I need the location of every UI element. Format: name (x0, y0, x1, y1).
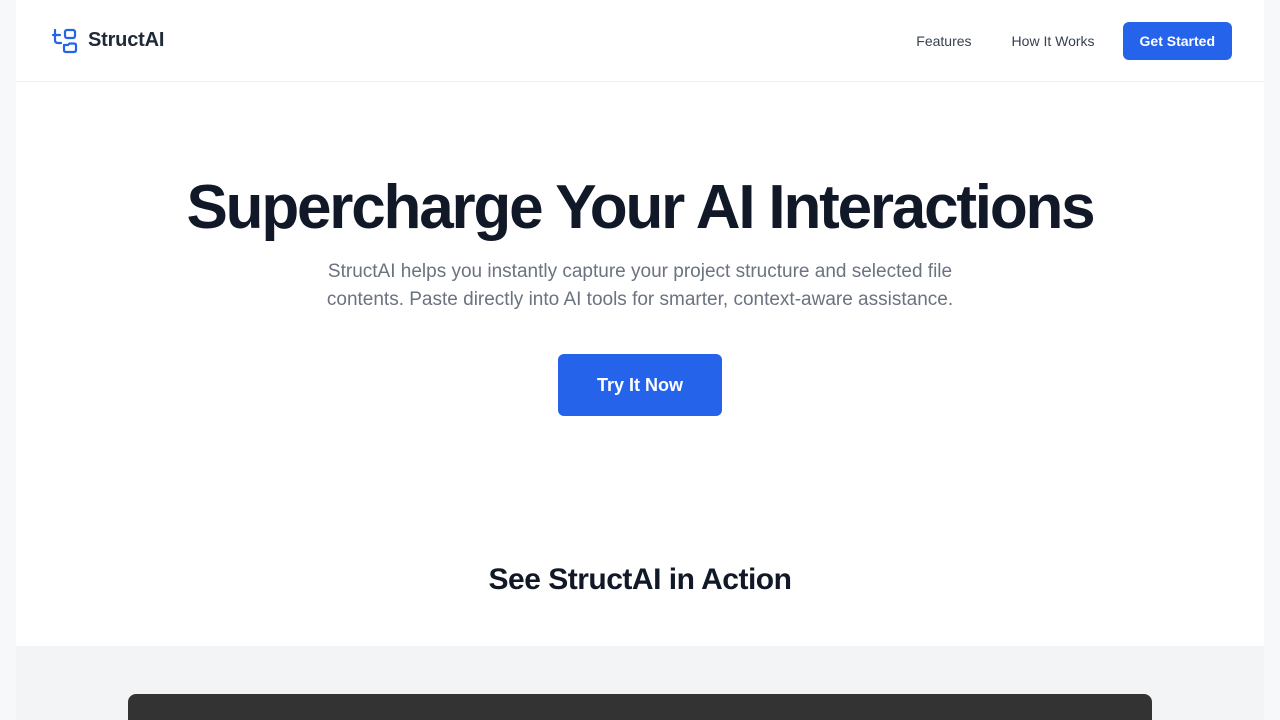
main-nav: Features How It Works Get Started (916, 21, 1232, 60)
try-it-now-button[interactable]: Try It Now (558, 354, 722, 416)
page: StructAI Features How It Works Get Start… (0, 0, 1280, 720)
demo-window (128, 694, 1152, 720)
demo-section-title: See StructAI in Action (488, 563, 792, 596)
hero-subtitle: StructAI helps you instantly capture you… (326, 261, 954, 310)
top-navbar: StructAI Features How It Works Get Start… (16, 0, 1264, 82)
nav-link-features[interactable]: Features (916, 33, 971, 49)
hero-section: Supercharge Your AI Interactions StructA… (16, 170, 1264, 416)
brand-name: StructAI (88, 29, 165, 51)
page-content: StructAI Features How It Works Get Start… (16, 0, 1264, 720)
folder-tree-icon (50, 27, 78, 55)
demo-section (16, 646, 1264, 720)
nav-link-how-it-works[interactable]: How It Works (1012, 33, 1095, 49)
get-started-button[interactable]: Get Started (1122, 21, 1232, 60)
brand-logo[interactable]: StructAI (50, 27, 164, 55)
hero-title: Supercharge Your AI Interactions (186, 173, 1096, 242)
